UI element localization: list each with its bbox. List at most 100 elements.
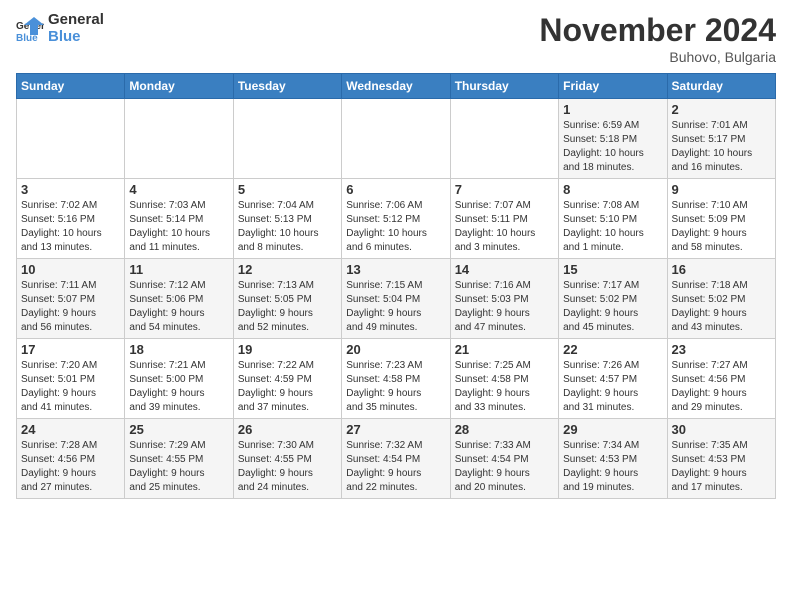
day-number: 29 [563, 422, 662, 437]
calendar-cell: 19 Sunrise: 7:22 AM Sunset: 4:59 PM Dayli… [233, 339, 341, 419]
calendar-week-row: 1 Sunrise: 6:59 AM Sunset: 5:18 PM Daylig… [17, 99, 776, 179]
calendar-cell [450, 99, 558, 179]
day-number: 11 [129, 262, 228, 277]
calendar-cell: 5Sunrise: 7:04 AM Sunset: 5:13 PM Daylig… [233, 179, 341, 259]
day-number: 16 [672, 262, 771, 277]
calendar-cell [17, 99, 125, 179]
day-number: 24 [21, 422, 120, 437]
day-info: Sunrise: 7:11 AM Sunset: 5:07 PM Dayligh… [21, 279, 120, 335]
day-info: Sunrise: 7:20 AM Sunset: 5:01 PM Dayligh… [21, 359, 120, 415]
calendar-cell [342, 99, 450, 179]
calendar-cell: 24 Sunrise: 7:28 AM Sunset: 4:56 PM Dayli… [17, 419, 125, 499]
day-info: Sunrise: 7:01 AM Sunset: 5:17 PM Dayligh… [672, 119, 771, 175]
day-number: 22 [563, 342, 662, 357]
col-wednesday: Wednesday [342, 74, 450, 99]
calendar-week-row: 3 Sunrise: 7:02 AM Sunset: 5:16 PM Daylig… [17, 179, 776, 259]
day-number: 14 [455, 262, 554, 277]
day-number: 30 [672, 422, 771, 437]
calendar-cell: 30 Sunrise: 7:35 AM Sunset: 4:53 PM Dayli… [667, 419, 775, 499]
calendar-header-row: Sunday Monday Tuesday Wednesday Thursday… [17, 74, 776, 99]
day-number: 8 [563, 182, 662, 197]
calendar-cell: 11 Sunrise: 7:12 AM Sunset: 5:06 PM Dayli… [125, 259, 233, 339]
day-number: 15 [563, 262, 662, 277]
day-info: Sunrise: 7:21 AM Sunset: 5:00 PM Dayligh… [129, 359, 228, 415]
day-number: 23 [672, 342, 771, 357]
day-number: 21 [455, 342, 554, 357]
calendar-cell: 4 Sunrise: 7:03 AM Sunset: 5:14 PM Daylig… [125, 179, 233, 259]
day-number: 25 [129, 422, 228, 437]
day-info: Sunrise: 7:33 AM Sunset: 4:54 PM Dayligh… [455, 439, 554, 495]
day-info: Sunrise: 7:30 AM Sunset: 4:55 PM Dayligh… [238, 439, 337, 495]
day-number: 2 [672, 102, 771, 117]
day-info: Sunrise: 7:06 AM Sunset: 5:12 PM Dayligh… [346, 199, 445, 255]
calendar-cell: 17 Sunrise: 7:20 AM Sunset: 5:01 PM Dayli… [17, 339, 125, 419]
day-info: Sunrise: 6:59 AM Sunset: 5:18 PM Dayligh… [563, 119, 662, 175]
day-number: 7 [455, 182, 554, 197]
day-number: 28 [455, 422, 554, 437]
logo: General Blue General Blue [16, 12, 104, 45]
day-number: 27 [346, 422, 445, 437]
calendar-week-row: 10 Sunrise: 7:11 AM Sunset: 5:07 PM Dayli… [17, 259, 776, 339]
calendar-cell: 10 Sunrise: 7:11 AM Sunset: 5:07 PM Dayli… [17, 259, 125, 339]
day-info: Sunrise: 7:12 AM Sunset: 5:06 PM Dayligh… [129, 279, 228, 335]
page-container: General Blue General Blue November 2024 … [0, 0, 792, 507]
calendar-cell: 3 Sunrise: 7:02 AM Sunset: 5:16 PM Daylig… [17, 179, 125, 259]
day-info: Sunrise: 7:34 AM Sunset: 4:53 PM Dayligh… [563, 439, 662, 495]
day-number: 5 [238, 182, 337, 197]
day-number: 13 [346, 262, 445, 277]
day-info: Sunrise: 7:22 AM Sunset: 4:59 PM Dayligh… [238, 359, 337, 415]
day-info: Sunrise: 7:35 AM Sunset: 4:53 PM Dayligh… [672, 439, 771, 495]
calendar-week-row: 24 Sunrise: 7:28 AM Sunset: 4:56 PM Dayli… [17, 419, 776, 499]
day-info: Sunrise: 7:26 AM Sunset: 4:57 PM Dayligh… [563, 359, 662, 415]
day-number: 6 [346, 182, 445, 197]
calendar-cell [233, 99, 341, 179]
calendar-cell: 18 Sunrise: 7:21 AM Sunset: 5:00 PM Dayli… [125, 339, 233, 419]
day-info: Sunrise: 7:16 AM Sunset: 5:03 PM Dayligh… [455, 279, 554, 335]
day-number: 17 [21, 342, 120, 357]
calendar-cell: 14 Sunrise: 7:16 AM Sunset: 5:03 PM Dayli… [450, 259, 558, 339]
calendar-cell: 16 Sunrise: 7:18 AM Sunset: 5:02 PM Dayli… [667, 259, 775, 339]
day-info: Sunrise: 7:07 AM Sunset: 5:11 PM Dayligh… [455, 199, 554, 255]
calendar-week-row: 17 Sunrise: 7:20 AM Sunset: 5:01 PM Dayli… [17, 339, 776, 419]
calendar-cell: 7 Sunrise: 7:07 AM Sunset: 5:11 PM Daylig… [450, 179, 558, 259]
calendar-cell: 9Sunrise: 7:10 AM Sunset: 5:09 PM Daylig… [667, 179, 775, 259]
calendar-cell: 6 Sunrise: 7:06 AM Sunset: 5:12 PM Daylig… [342, 179, 450, 259]
day-info: Sunrise: 7:32 AM Sunset: 4:54 PM Dayligh… [346, 439, 445, 495]
day-info: Sunrise: 7:25 AM Sunset: 4:58 PM Dayligh… [455, 359, 554, 415]
location: Buhovo, Bulgaria [539, 49, 776, 65]
col-tuesday: Tuesday [233, 74, 341, 99]
day-info: Sunrise: 7:02 AM Sunset: 5:16 PM Dayligh… [21, 199, 120, 255]
calendar-cell: 8Sunrise: 7:08 AM Sunset: 5:10 PM Daylig… [559, 179, 667, 259]
day-info: Sunrise: 7:17 AM Sunset: 5:02 PM Dayligh… [563, 279, 662, 335]
calendar-cell: 23 Sunrise: 7:27 AM Sunset: 4:56 PM Dayli… [667, 339, 775, 419]
calendar-cell: 2 Sunrise: 7:01 AM Sunset: 5:17 PM Daylig… [667, 99, 775, 179]
day-info: Sunrise: 7:15 AM Sunset: 5:04 PM Dayligh… [346, 279, 445, 335]
day-info: Sunrise: 7:28 AM Sunset: 4:56 PM Dayligh… [21, 439, 120, 495]
col-sunday: Sunday [17, 74, 125, 99]
day-number: 3 [21, 182, 120, 197]
calendar-cell: 20Sunrise: 7:23 AM Sunset: 4:58 PM Dayli… [342, 339, 450, 419]
day-number: 18 [129, 342, 228, 357]
day-number: 10 [21, 262, 120, 277]
calendar-cell: 25 Sunrise: 7:29 AM Sunset: 4:55 PM Dayli… [125, 419, 233, 499]
calendar-cell [125, 99, 233, 179]
logo-icon: General Blue [16, 15, 44, 43]
day-info: Sunrise: 7:03 AM Sunset: 5:14 PM Dayligh… [129, 199, 228, 255]
day-info: Sunrise: 7:18 AM Sunset: 5:02 PM Dayligh… [672, 279, 771, 335]
logo-line2: Blue [48, 29, 104, 46]
month-title: November 2024 [539, 12, 776, 49]
day-number: 19 [238, 342, 337, 357]
day-info: Sunrise: 7:27 AM Sunset: 4:56 PM Dayligh… [672, 359, 771, 415]
calendar-cell: 26 Sunrise: 7:30 AM Sunset: 4:55 PM Dayli… [233, 419, 341, 499]
day-info: Sunrise: 7:29 AM Sunset: 4:55 PM Dayligh… [129, 439, 228, 495]
day-number: 12 [238, 262, 337, 277]
day-number: 1 [563, 102, 662, 117]
col-friday: Friday [559, 74, 667, 99]
calendar-table: Sunday Monday Tuesday Wednesday Thursday… [16, 73, 776, 499]
calendar-cell: 28 Sunrise: 7:33 AM Sunset: 4:54 PM Dayli… [450, 419, 558, 499]
day-info: Sunrise: 7:23 AM Sunset: 4:58 PM Dayligh… [346, 359, 445, 415]
calendar-cell: 29 Sunrise: 7:34 AM Sunset: 4:53 PM Dayli… [559, 419, 667, 499]
day-number: 4 [129, 182, 228, 197]
calendar-cell: 1 Sunrise: 6:59 AM Sunset: 5:18 PM Daylig… [559, 99, 667, 179]
day-number: 26 [238, 422, 337, 437]
